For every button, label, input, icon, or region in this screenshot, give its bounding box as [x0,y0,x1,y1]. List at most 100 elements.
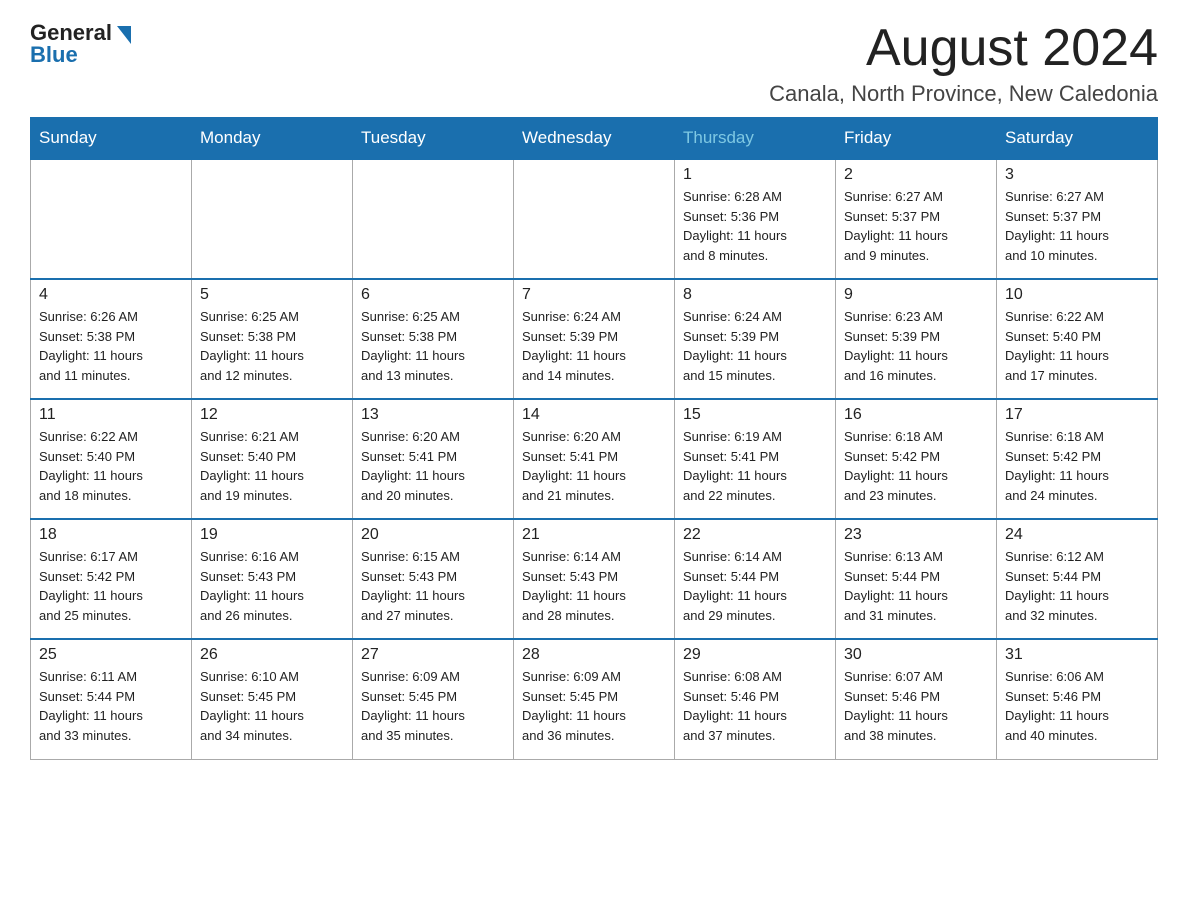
calendar-cell [192,159,353,279]
calendar-cell: 18Sunrise: 6:17 AMSunset: 5:42 PMDayligh… [31,519,192,639]
day-info: Sunrise: 6:12 AMSunset: 5:44 PMDaylight:… [1005,547,1149,625]
calendar-week-row-2: 4 Sunrise: 6:26 AMSunset: 5:38 PMDaylight… [31,279,1158,399]
day-number: 29 [683,646,827,664]
day-info: Sunrise: 6:24 AMSunset: 5:39 PMDaylight:… [683,307,827,385]
calendar-cell: 15Sunrise: 6:19 AMSunset: 5:41 PMDayligh… [675,399,836,519]
day-number: 19 [200,526,344,544]
day-number: 25 [39,646,183,664]
calendar-cell: 26Sunrise: 6:10 AMSunset: 5:45 PMDayligh… [192,639,353,759]
calendar-cell: 14 Sunrise: 6:20 AMSunset: 5:41 PMDayligh… [514,399,675,519]
day-info: Sunrise: 6:08 AMSunset: 5:46 PMDaylight:… [683,667,827,745]
day-info: Sunrise: 6:26 AMSunset: 5:38 PMDaylight:… [39,307,183,385]
day-number: 10 [1005,286,1149,304]
day-number: 18 [39,526,183,544]
day-info: Sunrise: 6:13 AMSunset: 5:44 PMDaylight:… [844,547,988,625]
calendar-cell: 10Sunrise: 6:22 AMSunset: 5:40 PMDayligh… [997,279,1158,399]
day-number: 7 [522,286,666,304]
calendar-cell: 11Sunrise: 6:22 AMSunset: 5:40 PMDayligh… [31,399,192,519]
calendar-cell: 23 Sunrise: 6:13 AMSunset: 5:44 PMDayligh… [836,519,997,639]
calendar-week-row-3: 11Sunrise: 6:22 AMSunset: 5:40 PMDayligh… [31,399,1158,519]
day-info: Sunrise: 6:25 AMSunset: 5:38 PMDaylight:… [200,307,344,385]
day-info: Sunrise: 6:09 AMSunset: 5:45 PMDaylight:… [522,667,666,745]
day-number: 20 [361,526,505,544]
calendar-cell: 19 Sunrise: 6:16 AMSunset: 5:43 PMDayligh… [192,519,353,639]
day-info: Sunrise: 6:25 AMSunset: 5:38 PMDaylight:… [361,307,505,385]
day-number: 2 [844,166,988,184]
day-info: Sunrise: 6:10 AMSunset: 5:45 PMDaylight:… [200,667,344,745]
calendar-cell: 3Sunrise: 6:27 AMSunset: 5:37 PMDaylight… [997,159,1158,279]
day-number: 14 [522,406,666,424]
calendar-cell [514,159,675,279]
weekday-header-saturday: Saturday [997,118,1158,160]
calendar-cell: 5 Sunrise: 6:25 AMSunset: 5:38 PMDaylight… [192,279,353,399]
day-number: 12 [200,406,344,424]
calendar-cell: 8 Sunrise: 6:24 AMSunset: 5:39 PMDaylight… [675,279,836,399]
weekday-header-thursday: Thursday [675,118,836,160]
day-number: 8 [683,286,827,304]
calendar-cell: 22 Sunrise: 6:14 AMSunset: 5:44 PMDayligh… [675,519,836,639]
day-number: 6 [361,286,505,304]
day-info: Sunrise: 6:27 AMSunset: 5:37 PMDaylight:… [1005,187,1149,265]
calendar-cell: 30Sunrise: 6:07 AMSunset: 5:46 PMDayligh… [836,639,997,759]
day-number: 13 [361,406,505,424]
calendar-cell: 2 Sunrise: 6:27 AMSunset: 5:37 PMDaylight… [836,159,997,279]
day-info: Sunrise: 6:11 AMSunset: 5:44 PMDaylight:… [39,667,183,745]
calendar-cell: 20 Sunrise: 6:15 AMSunset: 5:43 PMDayligh… [353,519,514,639]
day-number: 31 [1005,646,1149,664]
logo-blue-text: Blue [30,42,78,68]
calendar-cell: 28 Sunrise: 6:09 AMSunset: 5:45 PMDayligh… [514,639,675,759]
day-number: 27 [361,646,505,664]
month-title: August 2024 [769,20,1158,77]
calendar-cell: 27 Sunrise: 6:09 AMSunset: 5:45 PMDayligh… [353,639,514,759]
day-info: Sunrise: 6:28 AMSunset: 5:36 PMDaylight:… [683,187,827,265]
weekday-header-wednesday: Wednesday [514,118,675,160]
day-number: 17 [1005,406,1149,424]
day-number: 24 [1005,526,1149,544]
calendar-week-row-1: 1Sunrise: 6:28 AMSunset: 5:36 PMDaylight… [31,159,1158,279]
calendar-table: SundayMondayTuesdayWednesdayThursdayFrid… [30,117,1158,760]
calendar-cell: 21Sunrise: 6:14 AMSunset: 5:43 PMDayligh… [514,519,675,639]
calendar-cell: 25 Sunrise: 6:11 AMSunset: 5:44 PMDayligh… [31,639,192,759]
day-info: Sunrise: 6:16 AMSunset: 5:43 PMDaylight:… [200,547,344,625]
day-number: 30 [844,646,988,664]
day-info: Sunrise: 6:14 AMSunset: 5:44 PMDaylight:… [683,547,827,625]
day-info: Sunrise: 6:20 AMSunset: 5:41 PMDaylight:… [522,427,666,505]
day-info: Sunrise: 6:21 AMSunset: 5:40 PMDaylight:… [200,427,344,505]
day-info: Sunrise: 6:15 AMSunset: 5:43 PMDaylight:… [361,547,505,625]
weekday-header-monday: Monday [192,118,353,160]
calendar-week-row-5: 25 Sunrise: 6:11 AMSunset: 5:44 PMDayligh… [31,639,1158,759]
day-info: Sunrise: 6:18 AMSunset: 5:42 PMDaylight:… [1005,427,1149,505]
location-subtitle: Canala, North Province, New Caledonia [769,81,1158,107]
calendar-cell: 29 Sunrise: 6:08 AMSunset: 5:46 PMDayligh… [675,639,836,759]
calendar-cell: 17 Sunrise: 6:18 AMSunset: 5:42 PMDayligh… [997,399,1158,519]
calendar-cell: 24 Sunrise: 6:12 AMSunset: 5:44 PMDayligh… [997,519,1158,639]
day-info: Sunrise: 6:09 AMSunset: 5:45 PMDaylight:… [361,667,505,745]
calendar-cell: 9Sunrise: 6:23 AMSunset: 5:39 PMDaylight… [836,279,997,399]
day-info: Sunrise: 6:27 AMSunset: 5:37 PMDaylight:… [844,187,988,265]
day-number: 5 [200,286,344,304]
day-number: 22 [683,526,827,544]
calendar-cell: 1Sunrise: 6:28 AMSunset: 5:36 PMDaylight… [675,159,836,279]
calendar-cell [31,159,192,279]
day-number: 23 [844,526,988,544]
calendar-week-row-4: 18Sunrise: 6:17 AMSunset: 5:42 PMDayligh… [31,519,1158,639]
day-number: 28 [522,646,666,664]
calendar-cell: 13 Sunrise: 6:20 AMSunset: 5:41 PMDayligh… [353,399,514,519]
calendar-cell: 4 Sunrise: 6:26 AMSunset: 5:38 PMDaylight… [31,279,192,399]
day-number: 9 [844,286,988,304]
day-info: Sunrise: 6:18 AMSunset: 5:42 PMDaylight:… [844,427,988,505]
title-area: August 2024 Canala, North Province, New … [769,20,1158,107]
weekday-header-sunday: Sunday [31,118,192,160]
day-number: 15 [683,406,827,424]
calendar-header-row: SundayMondayTuesdayWednesdayThursdayFrid… [31,118,1158,160]
day-number: 16 [844,406,988,424]
calendar-cell: 16 Sunrise: 6:18 AMSunset: 5:42 PMDayligh… [836,399,997,519]
page-header: General Blue August 2024 Canala, North P… [30,20,1158,107]
calendar-cell: 6 Sunrise: 6:25 AMSunset: 5:38 PMDaylight… [353,279,514,399]
day-number: 11 [39,406,183,424]
day-number: 21 [522,526,666,544]
day-number: 4 [39,286,183,304]
day-info: Sunrise: 6:06 AMSunset: 5:46 PMDaylight:… [1005,667,1149,745]
calendar-cell: 31 Sunrise: 6:06 AMSunset: 5:46 PMDayligh… [997,639,1158,759]
day-info: Sunrise: 6:20 AMSunset: 5:41 PMDaylight:… [361,427,505,505]
